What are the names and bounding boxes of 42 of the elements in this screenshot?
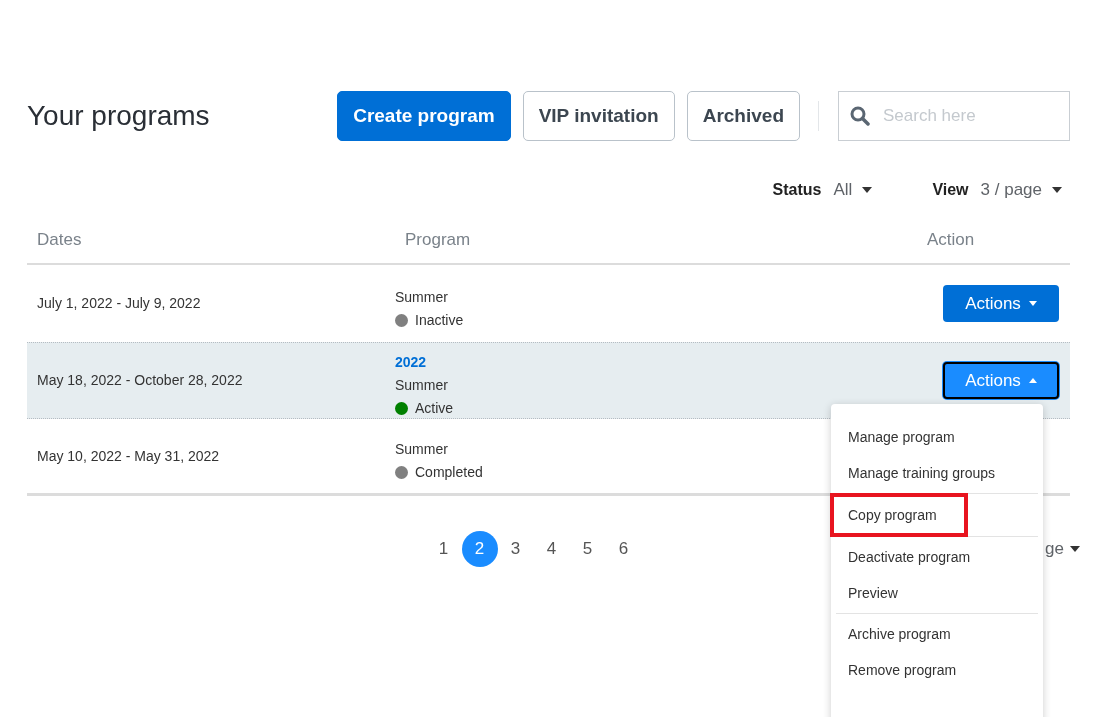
actions-button[interactable]: Actions: [943, 285, 1059, 322]
status-text: Inactive: [415, 310, 464, 330]
table-cell: July 1, 2022 - July 9, 2022: [37, 295, 201, 311]
column-header: Program: [405, 230, 471, 250]
menu-item[interactable]: Manage training groups: [836, 455, 1038, 491]
filter-label: View: [932, 180, 969, 200]
menu-item[interactable]: Deactivate program: [836, 539, 1038, 575]
status-text: Completed: [415, 463, 483, 482]
program-year: 2022: [395, 353, 428, 372]
program-name: Summer: [395, 287, 449, 307]
page-title: Your programs: [27, 99, 210, 133]
table-row[interactable]: July 1, 2022 - July 9, 2022 Summer Inactive Actions: [27, 265, 1070, 342]
column-header: Dates: [37, 230, 82, 250]
status-text: Active: [415, 399, 454, 418]
caret-icon: [862, 187, 873, 193]
page-link[interactable]: 5: [569, 531, 606, 567]
caret-icon: [1070, 545, 1080, 552]
view-dropdown[interactable]: ge: [1045, 536, 1080, 562]
caret-icon: [1028, 378, 1037, 383]
toolbar-button[interactable]: VIP invitation: [522, 91, 675, 141]
table-row[interactable]: May 18, 2022 - October 28, 2022 2022 Summer Active Actions: [27, 342, 1070, 419]
filter-dropdown[interactable]: All: [833, 177, 873, 203]
filter-dropdown[interactable]: 3 / page: [980, 177, 1062, 203]
toolbar-button[interactable]: Archived: [686, 91, 800, 141]
page-link[interactable]: 4: [533, 531, 570, 567]
page-link[interactable]: 6: [605, 531, 642, 567]
table-cell: May 10, 2022 - May 31, 2022: [37, 447, 220, 464]
create-button[interactable]: Create program: [337, 91, 511, 141]
menu-item[interactable]: Remove program: [836, 652, 1038, 688]
search-icon: [850, 106, 870, 126]
filter-label: Status: [772, 180, 822, 200]
caret-icon: [1052, 187, 1062, 193]
table-cell: May 18, 2022 - October 28, 2022: [37, 372, 243, 388]
menu-item[interactable]: Manage program: [836, 419, 1038, 455]
menu-item[interactable]: Archive program: [836, 616, 1038, 652]
search-field[interactable]: Search here: [838, 91, 1070, 141]
menu-item[interactable]: Preview: [836, 575, 1038, 611]
program-name: Summer: [395, 376, 449, 395]
caret-icon: [1028, 301, 1037, 306]
page-link[interactable]: 3: [497, 531, 534, 567]
page-link[interactable]: 1: [425, 531, 462, 567]
column-header: Action: [927, 230, 975, 250]
